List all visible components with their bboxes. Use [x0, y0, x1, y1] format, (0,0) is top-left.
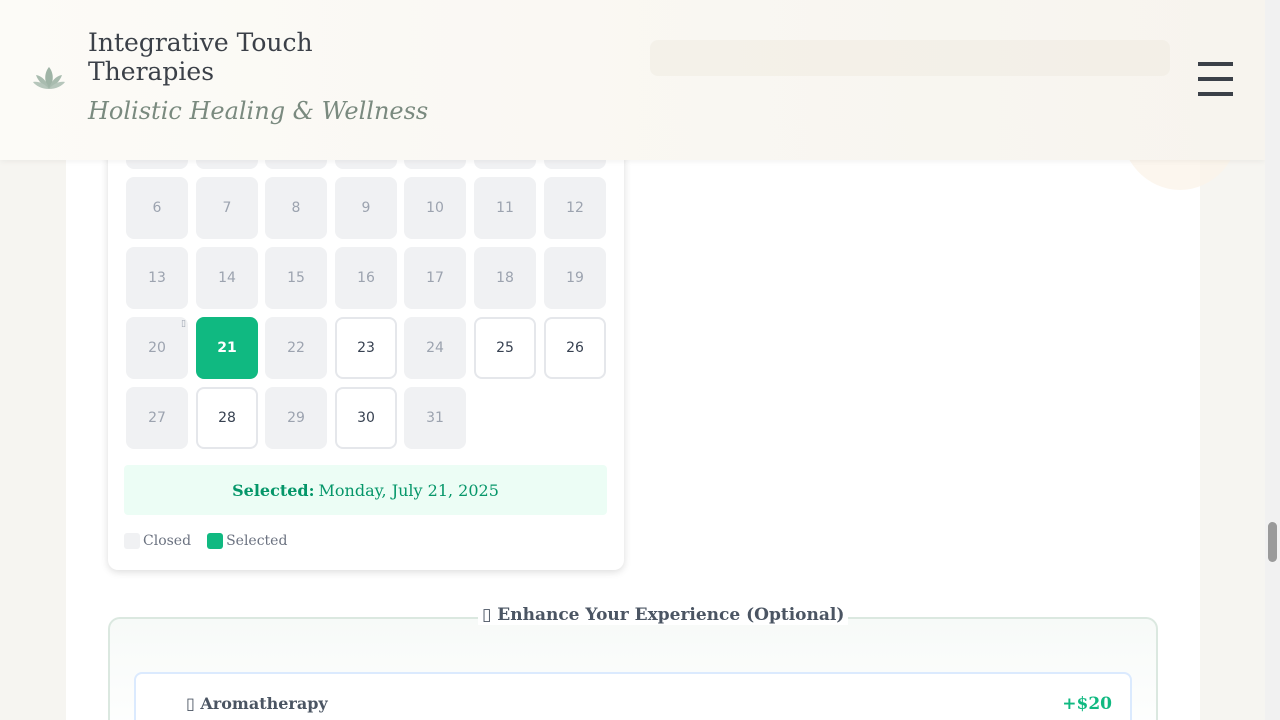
calendar-day-31: 31	[404, 387, 466, 449]
calendar-legend: Closed Selected	[124, 533, 287, 549]
enhance-title-text: Enhance Your Experience (Optional)	[497, 605, 845, 625]
calendar-day-6: 6	[126, 177, 188, 239]
calendar-day-number: 20	[148, 340, 166, 356]
calendar-day-14: 14	[196, 247, 258, 309]
legend-swatch-selected	[207, 533, 224, 549]
legend-swatch-closed	[124, 533, 140, 549]
calendar-day-29: 29	[265, 387, 327, 449]
enhance-title-icon: ▯	[482, 605, 492, 625]
legend-closed-label: Closed	[143, 533, 192, 549]
calendar-day-10: 10	[404, 177, 466, 239]
calendar-day-number: 18	[496, 270, 514, 286]
calendar-day-12: 12	[544, 177, 606, 239]
calendar-day-number: 31	[426, 410, 444, 426]
calendar-day-23[interactable]: 23	[335, 317, 397, 379]
header-faded-field	[650, 40, 1170, 76]
calendar-day-number: 25	[496, 340, 514, 356]
calendar-day-13: 13	[126, 247, 188, 309]
calendar-day-26[interactable]: 26	[544, 317, 606, 379]
menu-bar	[1198, 77, 1233, 81]
calendar-day-number: 19	[566, 270, 584, 286]
calendar-day-25[interactable]: 25	[474, 317, 536, 379]
calendar-day-flag-icon: ▯	[181, 319, 186, 329]
calendar-day-28[interactable]: 28	[196, 387, 258, 449]
brand-title[interactable]: Integrative Touch Therapies	[88, 28, 348, 86]
calendar-day-9: 9	[335, 177, 397, 239]
brand-subtitle: Holistic Healing & Wellness	[88, 97, 429, 125]
calendar-day-20: 20 ▯	[126, 317, 188, 379]
calendar-day-30[interactable]: 30	[335, 387, 397, 449]
calendar-day-22: 22	[265, 317, 327, 379]
menu-bar	[1198, 62, 1233, 66]
calendar-day-number: 29	[287, 410, 305, 426]
calendar-day-number: 26	[566, 340, 584, 356]
selected-date-box: Selected: Monday, July 21, 2025	[124, 465, 607, 515]
calendar-day-18: 18	[474, 247, 536, 309]
calendar-day-27: 27	[126, 387, 188, 449]
scrollbar-track[interactable]	[1265, 0, 1280, 720]
calendar-day-number: 12	[566, 200, 584, 216]
calendar-card: 6 7 8 9 10 11 12 13 14 15 16 17 18 19 20 ▯ 21 22 23 24 25 26 2…	[108, 100, 624, 570]
addon-price: +$20	[1062, 694, 1112, 714]
hamburger-menu-icon[interactable]	[1196, 60, 1236, 100]
calendar-day-number: 17	[426, 270, 444, 286]
calendar-day-number: 15	[287, 270, 305, 286]
calendar-day-number: 28	[218, 410, 236, 426]
calendar-day-number: 24	[426, 340, 444, 356]
calendar-day-8: 8	[265, 177, 327, 239]
calendar-day-19: 19	[544, 247, 606, 309]
calendar-day-15: 15	[265, 247, 327, 309]
calendar-day-number: 30	[357, 410, 375, 426]
calendar-day-number: 16	[357, 270, 375, 286]
addon-name-text: Aromatherapy	[200, 694, 328, 713]
calendar-day-number: 11	[496, 200, 514, 216]
calendar-day-number: 7	[222, 200, 232, 216]
menu-bar	[1198, 92, 1233, 96]
calendar-day-number: 9	[361, 200, 371, 216]
calendar-day-21[interactable]: 21	[196, 317, 258, 379]
calendar-day-number: 8	[291, 200, 301, 216]
scrollbar-thumb[interactable]	[1268, 522, 1277, 562]
addon-icon: ▯	[186, 694, 195, 713]
calendar-day-number: 23	[357, 340, 375, 356]
calendar-day-number: 27	[148, 410, 166, 426]
calendar-day-11: 11	[474, 177, 536, 239]
lotus-icon	[33, 67, 65, 89]
calendar-day-number: 10	[426, 200, 444, 216]
addon-name: ▯ Aromatherapy	[186, 694, 328, 713]
selected-date-value: Monday, July 21, 2025	[318, 480, 499, 500]
calendar-day-number: 14	[218, 270, 236, 286]
calendar-day-number: 21	[217, 340, 237, 356]
addon-aromatherapy[interactable]: ▯ Aromatherapy +$20	[134, 672, 1132, 720]
selected-label: Selected:	[232, 480, 315, 500]
calendar-day-7: 7	[196, 177, 258, 239]
enhance-title: ▯ Enhance Your Experience (Optional)	[478, 605, 849, 625]
calendar-day-17: 17	[404, 247, 466, 309]
legend-selected-label: Selected	[226, 533, 288, 549]
calendar-day-number: 13	[148, 270, 166, 286]
calendar-day-number: 22	[287, 340, 305, 356]
site-header: Integrative Touch Therapies Holistic Hea…	[0, 0, 1265, 160]
calendar-day-24: 24	[404, 317, 466, 379]
calendar-day-16: 16	[335, 247, 397, 309]
calendar-day-number: 6	[152, 200, 162, 216]
